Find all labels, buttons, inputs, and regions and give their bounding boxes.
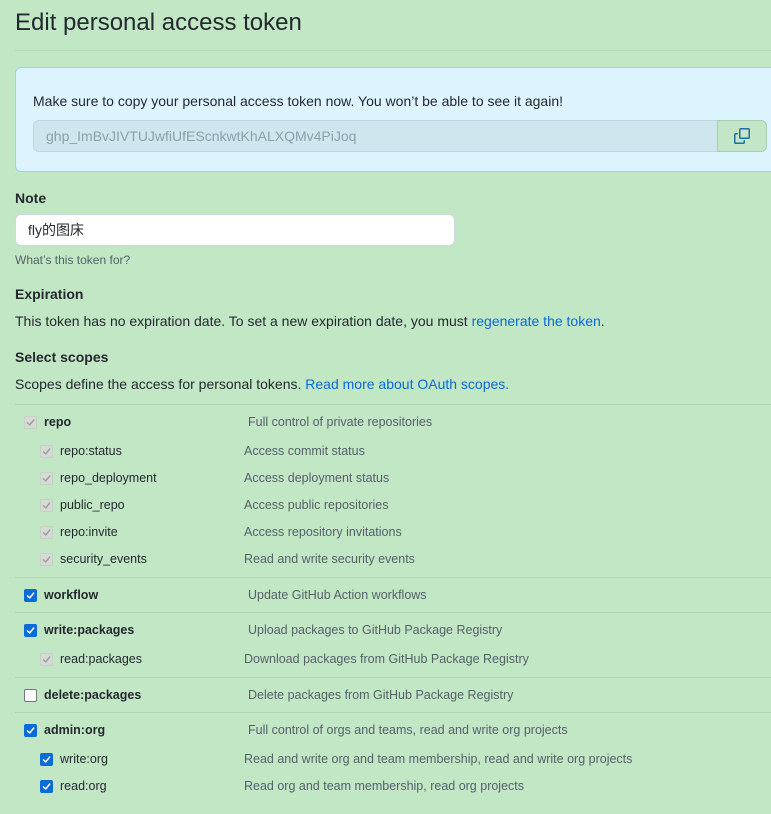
scope-checkbox-write-org[interactable] (40, 753, 53, 766)
scope-row-security_events: security_events Read and write security e… (15, 546, 771, 577)
scope-name: read:org (60, 779, 107, 793)
scope-checkbox-read-org[interactable] (40, 780, 53, 793)
scope-description: Access repository invitations (244, 525, 402, 539)
scope-name: write:org (60, 752, 108, 766)
scope-row-public_repo: public_repo Access public repositories (15, 492, 771, 519)
scope-row-admin-org: admin:org Full control of orgs and teams,… (15, 713, 771, 746)
scope-description: Full control of orgs and teams, read and… (248, 723, 568, 737)
scope-checkbox-security_events (40, 553, 53, 566)
scope-description: Delete packages from GitHub Package Regi… (248, 688, 514, 702)
scope-row-write-org: write:org Read and write org and team mem… (15, 746, 771, 773)
scope-checkbox-repo-invite (40, 526, 53, 539)
scope-checkbox-delete-packages[interactable] (24, 689, 37, 702)
scope-description: Read and write org and team membership, … (244, 752, 633, 766)
scope-name: repo:invite (60, 525, 118, 539)
scope-checkbox-write-packages[interactable] (24, 624, 37, 637)
scope-checkbox-public_repo (40, 499, 53, 512)
page-title: Edit personal access token (15, 9, 302, 36)
expiration-suffix: . (600, 313, 605, 329)
scope-row-write-packages: write:packages Upload packages to GitHub … (15, 613, 771, 646)
scope-name: write:packages (44, 623, 135, 637)
scope-description: Access public repositories (244, 498, 389, 512)
scope-row-repo-invite: repo:invite Access repository invitations (15, 519, 771, 546)
scope-name: repo (44, 415, 72, 429)
scope-row-read-packages: read:packages Download packages from GitH… (15, 646, 771, 677)
scope-row-workflow: workflow Update GitHub Action workflows (15, 578, 771, 612)
scope-name: public_repo (60, 498, 125, 512)
note-input[interactable] (15, 214, 455, 246)
scope-group-admin-org: admin:org Full control of orgs and teams,… (15, 712, 771, 804)
scope-group-delete-packages: delete:packages Delete packages from GitH… (15, 677, 771, 712)
title-divider (15, 50, 771, 51)
scope-description: Update GitHub Action workflows (248, 588, 427, 602)
regenerate-token-link[interactable]: regenerate the token (472, 313, 601, 329)
expiration-label: Expiration (15, 286, 84, 302)
oauth-scopes-link[interactable]: Read more about OAuth scopes. (305, 376, 509, 392)
scope-row-delete-packages: delete:packages Delete packages from GitH… (15, 678, 771, 712)
scopes-list: repo Full control of private repositories… (15, 404, 771, 804)
scope-row-repo: repo Full control of private repositories (15, 405, 771, 438)
scope-name: admin:org (44, 723, 106, 737)
scope-checkbox-repo-status (40, 445, 53, 458)
scope-row-read-org: read:org Read org and team membership, re… (15, 773, 771, 804)
scope-description: Read and write security events (244, 552, 415, 566)
expiration-text: This token has no expiration date. To se… (15, 313, 605, 329)
scope-description: Full control of private repositories (248, 415, 433, 429)
scope-name: repo_deployment (60, 471, 157, 485)
scopes-description: Scopes define the access for personal to… (15, 376, 509, 392)
expiration-text-body: This token has no expiration date. To se… (15, 313, 472, 329)
scope-name: workflow (44, 588, 99, 602)
scope-group-write-packages: write:packages Upload packages to GitHub … (15, 612, 771, 677)
token-flash-notice: Make sure to copy your personal access t… (15, 67, 771, 172)
scope-checkbox-repo (24, 416, 37, 429)
scope-name: security_events (60, 552, 147, 566)
scope-group-repo: repo Full control of private repositories… (15, 404, 771, 577)
note-hint: What’s this token for? (15, 253, 131, 267)
scope-name: delete:packages (44, 688, 142, 702)
scope-row-repo-status: repo:status Access commit status (15, 438, 771, 465)
note-label: Note (15, 190, 47, 206)
scopes-text: Scopes define the access for personal to… (15, 376, 306, 392)
scope-name: repo:status (60, 444, 122, 458)
select-scopes-label: Select scopes (15, 349, 109, 365)
scope-description: Download packages from GitHub Package Re… (244, 652, 529, 666)
scope-name: read:packages (60, 652, 143, 666)
scope-checkbox-workflow[interactable] (24, 589, 37, 602)
scope-checkbox-repo_deployment (40, 472, 53, 485)
scope-group-workflow: workflow Update GitHub Action workflows (15, 577, 771, 612)
scope-checkbox-admin-org[interactable] (24, 724, 37, 737)
token-value-field[interactable] (33, 120, 718, 152)
copy-token-button[interactable] (717, 120, 767, 152)
page: Edit personal access token Make sure to … (0, 0, 771, 814)
copy-icon (734, 128, 750, 144)
scope-description: Access commit status (244, 444, 365, 458)
flash-message: Make sure to copy your personal access t… (33, 93, 563, 109)
scope-description: Upload packages to GitHub Package Regist… (248, 623, 503, 637)
scope-row-repo_deployment: repo_deployment Access deployment status (15, 465, 771, 492)
scope-checkbox-read-packages (40, 653, 53, 666)
scope-description: Access deployment status (244, 471, 390, 485)
scope-description: Read org and team membership, read org p… (244, 779, 525, 793)
